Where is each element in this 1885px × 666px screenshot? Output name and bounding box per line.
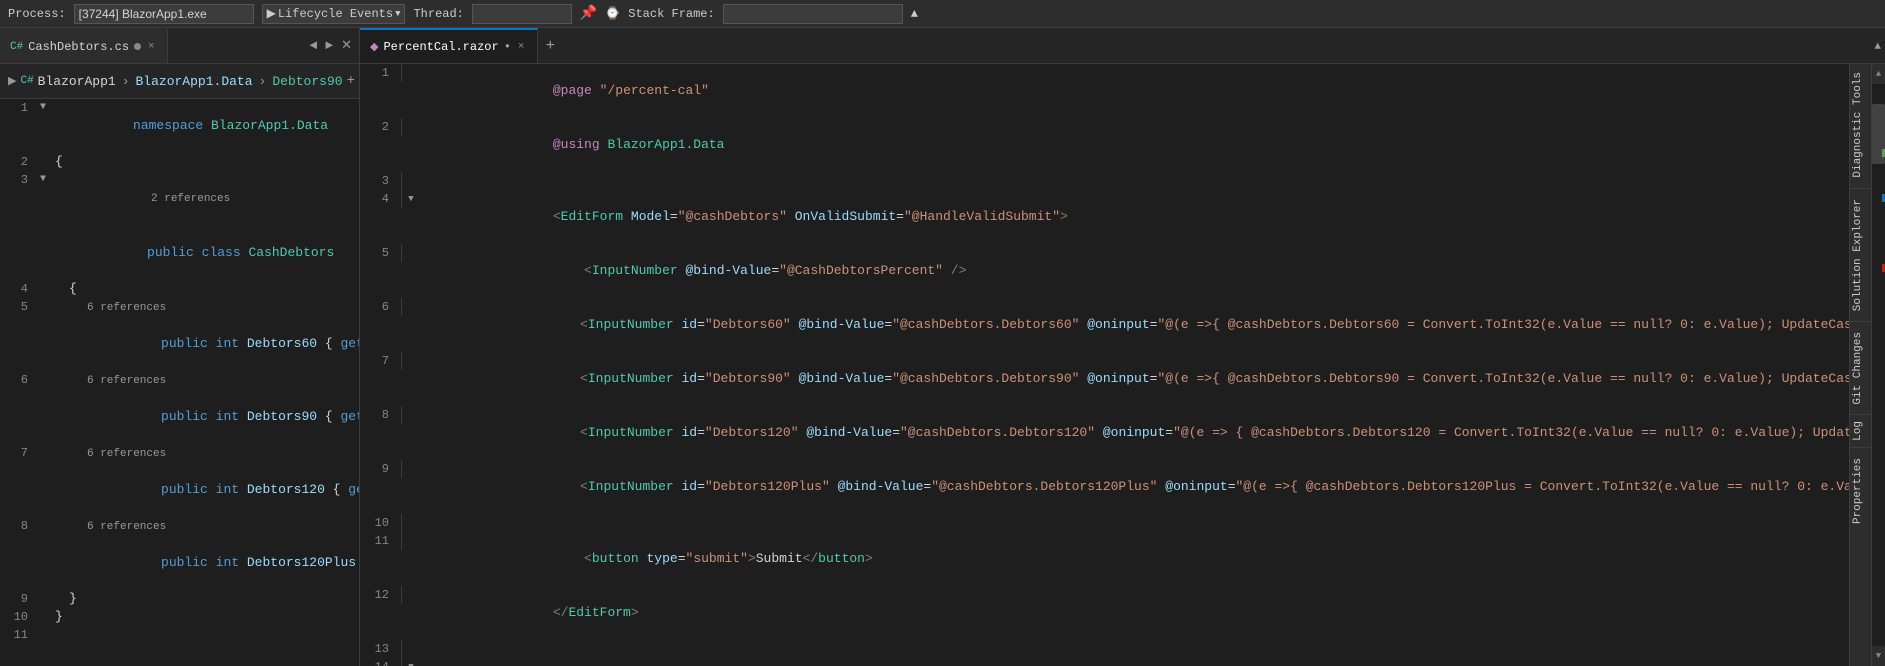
left-tab-dot [134,43,141,50]
scroll-down-icon: ▼ [1876,651,1881,661]
editor-line-10: 10 [360,514,1849,532]
code-line-5: public int Debtors60 { get [0,317,359,371]
razor-icon: ◆ [370,40,378,54]
fold-line-4[interactable]: ▼ [408,190,413,208]
add-button[interactable]: + [347,73,355,89]
project-name[interactable]: BlazorApp1 [38,74,116,89]
left-nav-close[interactable]: ✕ [338,36,355,55]
editor-line-11: 11 <button type="submit">Submit</button> [360,532,1849,586]
right-scroll-up[interactable]: ▲ [1874,38,1885,53]
code-line-1: 1 ▼ namespace BlazorApp1.Data [0,99,359,153]
diagnostic-tools-panel[interactable]: Diagnostic Tools [1850,64,1871,186]
add-tab-button[interactable]: + [542,37,560,55]
left-nav-left[interactable]: ◄ [306,36,320,55]
editor-line-8: 8 <InputNumber id="Debtors120" @bind-Val… [360,406,1849,460]
fold-icon-3[interactable]: ▼ [40,171,46,189]
editor-line-7: 7 <InputNumber id="Debtors90" @bind-Valu… [360,352,1849,406]
left-tab-close[interactable]: × [146,40,157,54]
lifecycle-dropdown-icon: ▼ [395,9,400,19]
left-tab-area: C# CashDebtors.cs × ◄ ► ✕ [0,28,360,63]
code-line-6: public int Debtors90 { get [0,390,359,444]
collapse-sidebar[interactable]: ▶ [8,74,16,88]
code-line-7refs: 7 6 references [0,444,359,463]
code-line-3b: ▼ public class CashDebtors [0,226,359,280]
code-line-3: 3 ▼ 2 references [0,171,359,226]
editor-line-9: 9 <InputNumber id="Debtors120Plus" @bind… [360,460,1849,514]
right-tab-filename: PercentCal.razor [383,40,498,54]
scroll-indicator[interactable]: ▲ ▼ [1871,64,1885,666]
code-line-8refs: 8 6 references [0,517,359,536]
editor-line-2: 2 @using BlazorApp1.Data [360,118,1849,172]
editor-line-13: 13 [360,640,1849,658]
collapse-icon[interactable]: ▲ [911,7,918,21]
stack-frame-input[interactable] [723,4,903,24]
editor-content[interactable]: 1 @page "/percent-cal" 2 @using BlazorAp… [360,64,1849,666]
properties-panel[interactable]: Properties [1850,450,1871,532]
log-panel[interactable]: Log [1850,417,1871,445]
editor-line-12: 12 </EditForm> [360,586,1849,640]
class-name[interactable]: Debtors90 [272,74,342,89]
scroll-down[interactable]: ▼ [1872,646,1885,666]
scroll-up[interactable]: ▲ [1872,64,1885,84]
code-line-9: 9 } [0,590,359,608]
code-line-10: 10 } [0,608,359,626]
cs-file-icon: C# [20,75,33,87]
solution-explorer-panel[interactable]: Solution Explorer [1850,191,1871,319]
left-tab-filename: CashDebtors.cs [28,40,129,54]
fold-icon-1[interactable]: ▼ [40,99,46,117]
code-line-4: 4 { [0,280,359,298]
panel-divider-4 [1850,447,1871,448]
thread-input[interactable] [472,4,572,24]
left-nav-right[interactable]: ► [322,36,336,55]
editor-code: 1 @page "/percent-cal" 2 @using BlazorAp… [360,64,1849,666]
tab-bar: C# CashDebtors.cs × ◄ ► ✕ ◆ PercentCal.r… [0,28,1885,64]
left-tab[interactable]: C# CashDebtors.cs × [0,28,168,63]
code-line-11: 11 [0,626,359,644]
cs-icon: C# [10,41,23,53]
editor-line-1: 1 @page "/percent-cal" [360,64,1849,118]
left-code-panel: 1 ▼ namespace BlazorApp1.Data 2 { 3 [0,99,359,666]
code-line-8: public int Debtors120Plus [0,536,359,590]
panel-divider-2 [1850,321,1871,322]
right-sidebar: Diagnostic Tools Solution Explorer Git C… [1849,64,1871,666]
editor-line-3: 3 [360,172,1849,190]
editor-line-4: 4 ▼ <EditForm Model="@cashDebtors" OnVal… [360,190,1849,244]
thread-label: Thread: [413,7,463,21]
sidebar-header: ▶ C# BlazorApp1 › BlazorApp1.Data › Debt… [0,64,359,99]
right-tab-close[interactable]: × [516,40,527,54]
lifecycle-button[interactable]: ▶ Lifecycle Events ▼ [262,4,406,24]
main-layout: ▶ C# BlazorApp1 › BlazorApp1.Data › Debt… [0,64,1885,666]
process-input[interactable] [74,4,254,24]
right-tab[interactable]: ◆ PercentCal.razor • × [360,28,538,63]
code-line-6refs: 6 6 references [0,371,359,390]
right-tab-area: ◆ PercentCal.razor • × + ▲ [360,28,1885,63]
code-line-7: public int Debtors120 { ge [0,463,359,517]
left-panel-nav: ◄ ► ✕ [306,36,359,55]
toolbar: Process: ▶ Lifecycle Events ▼ Thread: 📌 … [0,0,1885,28]
editor-line-6: 6 <InputNumber id="Debtors60" @bind-Valu… [360,298,1849,352]
namespace-path[interactable]: BlazorApp1.Data [136,74,253,89]
code-line-2: 2 { [0,153,359,171]
editor-line-5: 5 <InputNumber @bind-Value="@CashDebtors… [360,244,1849,298]
stack-frame-label: Stack Frame: [628,7,714,21]
code-line-5refs: 5 6 references [0,298,359,317]
editor-panel: 1 @page "/percent-cal" 2 @using BlazorAp… [360,64,1849,666]
sidebar-panel: ▶ C# BlazorApp1 › BlazorApp1.Data › Debt… [0,64,360,666]
panel-divider-1 [1850,188,1871,189]
watch-icon[interactable]: ⌚ [605,6,620,21]
right-tab-dot: • [504,40,511,54]
git-changes-panel[interactable]: Git Changes [1850,324,1871,413]
pin-icon[interactable]: 📌 [580,5,597,22]
lifecycle-icon: ▶ [267,6,276,21]
process-label: Process: [8,7,66,21]
scroll-up-icon: ▲ [1876,69,1881,79]
panel-divider-3 [1850,414,1871,415]
